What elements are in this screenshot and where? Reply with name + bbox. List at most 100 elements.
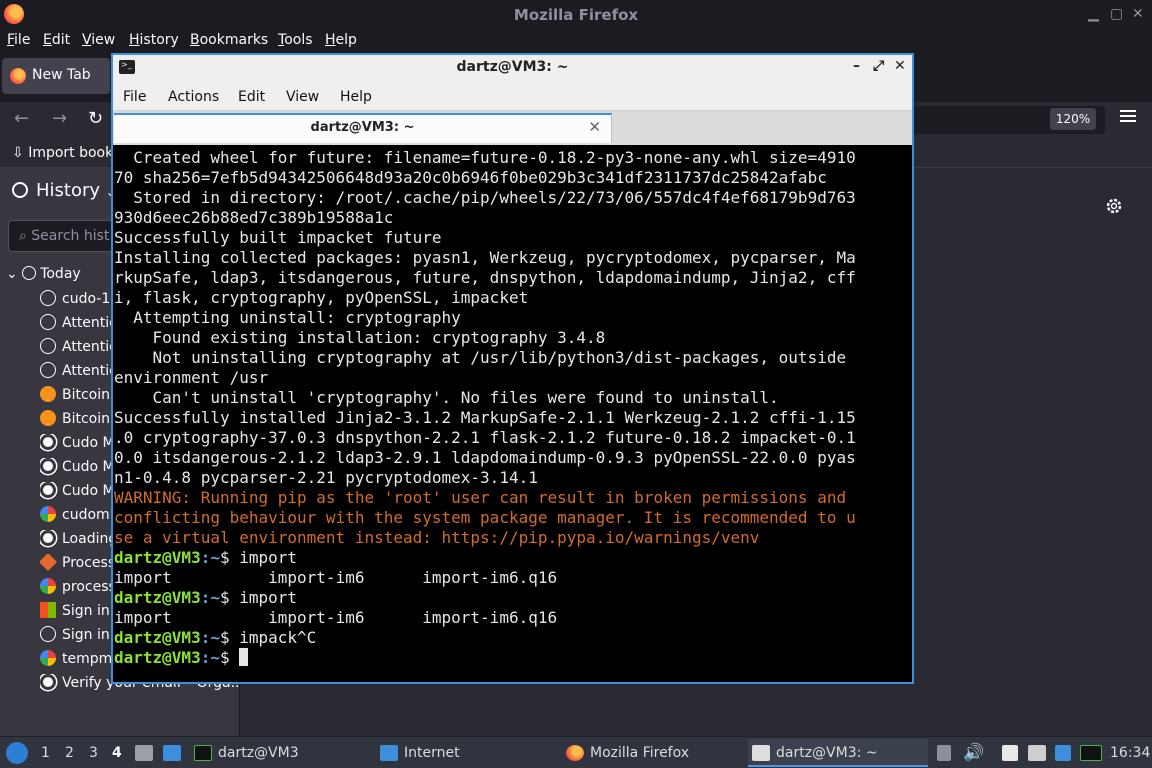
- terminal-tab[interactable]: dartz@VM3: ~ ✕: [114, 113, 612, 143]
- show-desktop-icon[interactable]: [163, 745, 181, 761]
- menu-edit[interactable]: Edit: [43, 32, 70, 48]
- clock[interactable]: 16:34: [1110, 745, 1150, 761]
- task-terminal-2[interactable]: dartz@VM3: ~: [748, 739, 928, 767]
- menu-file[interactable]: File: [7, 32, 30, 48]
- chevron-down-icon: ⌄: [6, 266, 23, 282]
- globe-icon: [40, 362, 56, 378]
- prompt-path: :~: [200, 548, 220, 567]
- workspace-1[interactable]: 1: [41, 745, 50, 761]
- cpu-graph-icon: [1080, 745, 1102, 761]
- terminal-cursor: [239, 648, 249, 666]
- task-label: Mozilla Firefox: [590, 745, 690, 761]
- menu-actions[interactable]: Actions: [168, 89, 219, 105]
- sidebar-header[interactable]: History ⌄: [12, 180, 116, 201]
- menu-tools[interactable]: Tools: [278, 32, 313, 48]
- history-item-label: Bitcoin: [62, 411, 111, 427]
- terminal-line: 930d6eec26b88ed7c389b19588a1c: [114, 208, 394, 227]
- terminal-completions-line: import import-im6 import-im6.q16: [114, 608, 558, 627]
- maximize-icon[interactable]: ⤢: [873, 58, 884, 74]
- prompt-sign: $: [219, 628, 240, 647]
- tab-new-tab[interactable]: New Tab: [2, 58, 110, 94]
- close-tab-icon[interactable]: ✕: [588, 118, 601, 136]
- process-icon: [40, 554, 58, 572]
- google-icon: [40, 578, 56, 594]
- menu-bookmarks[interactable]: Bookmarks: [190, 32, 268, 48]
- menu-history[interactable]: History: [129, 32, 179, 48]
- terminal-titlebar[interactable]: >_ dartz@VM3: ~ – ⤢ ✕: [113, 55, 912, 81]
- group-label: Today: [40, 266, 81, 282]
- globe-icon: [40, 626, 56, 642]
- google-icon: [40, 506, 56, 522]
- globe-icon: [40, 314, 56, 330]
- history-item-label: cudomi: [62, 507, 114, 523]
- task-internet[interactable]: Internet: [376, 739, 556, 767]
- prompt-user: dartz@VM3: [114, 628, 201, 647]
- terminal-line: 70 sha256=7efb5d94342506648d93a20c0b6946…: [114, 168, 827, 187]
- history-item-label: Attentic: [62, 339, 117, 355]
- reload-icon[interactable]: ↻: [88, 108, 103, 129]
- file-manager-icon[interactable]: [135, 745, 153, 761]
- menu-edit[interactable]: Edit: [238, 89, 265, 105]
- workspace-4[interactable]: 4: [112, 745, 122, 761]
- terminal-line: Successfully built impacket future: [114, 228, 442, 247]
- terminal-line: Installing collected packages: pyasn1, W…: [114, 248, 856, 267]
- task-firefox[interactable]: Mozilla Firefox: [562, 739, 742, 767]
- clock-icon: [12, 182, 28, 198]
- history-item-label: Attentic: [62, 363, 117, 379]
- back-icon[interactable]: ←: [14, 108, 29, 129]
- cudo-icon: [40, 434, 56, 450]
- menu-help[interactable]: Help: [325, 32, 357, 48]
- notes-icon[interactable]: [1002, 745, 1018, 761]
- workspace-3[interactable]: 3: [89, 745, 98, 761]
- close-icon[interactable]: ✕: [1132, 6, 1144, 22]
- menu-file[interactable]: File: [123, 89, 146, 105]
- forward-icon[interactable]: →: [52, 108, 67, 129]
- history-item-label: Bitcoin: [62, 387, 111, 403]
- history-item-label: Sign in: [62, 603, 110, 619]
- display-icon[interactable]: [1055, 745, 1071, 761]
- start-menu-icon[interactable]: [6, 742, 28, 764]
- history-group-today[interactable]: ⌄ Today: [6, 266, 81, 282]
- gear-icon[interactable]: [1104, 196, 1124, 216]
- maximize-icon[interactable]: ▢: [1110, 6, 1123, 22]
- history-item-label: Cudo M: [62, 483, 115, 499]
- prompt-user: dartz@VM3: [114, 548, 201, 567]
- close-icon[interactable]: ✕: [894, 58, 906, 74]
- terminal-completions-line: import import-im6 import-im6.q16: [114, 568, 558, 587]
- terminal-window-title: dartz@VM3: ~: [456, 59, 569, 75]
- cudo-icon: [40, 458, 56, 474]
- firefox-logo-icon: [566, 745, 584, 761]
- minimize-icon[interactable]: ▁: [1088, 6, 1099, 22]
- menu-view[interactable]: View: [82, 32, 115, 48]
- terminal-line: Not uninstalling cryptography at /usr/li…: [114, 348, 847, 367]
- minimize-icon[interactable]: –: [853, 58, 860, 74]
- menu-help[interactable]: Help: [340, 89, 372, 105]
- prompt-command: impack^C: [239, 628, 317, 647]
- prompt-path: :~: [200, 588, 220, 607]
- workspace-2[interactable]: 2: [65, 745, 74, 761]
- terminal-prompt-line: dartz@VM3:~$ import: [114, 588, 297, 608]
- folder-icon: [380, 745, 398, 761]
- taskbar: 1 2 3 4 dartz@VM3 Internet Mozilla Firef…: [0, 736, 1152, 768]
- zoom-level-badge[interactable]: 120%: [1050, 108, 1096, 130]
- clipboard-icon[interactable]: [937, 745, 951, 761]
- terminal-warning-line: se a virtual environment instead: https:…: [114, 528, 760, 547]
- search-placeholder: Search hist: [31, 228, 110, 244]
- network-icon[interactable]: [1028, 745, 1046, 761]
- terminal-window[interactable]: >_ dartz@VM3: ~ – ⤢ ✕ File Actions Edit …: [111, 53, 914, 684]
- terminal-prompt-line: dartz@VM3:~$: [114, 648, 249, 668]
- volume-icon[interactable]: 🔊: [963, 743, 984, 763]
- app-menu-icon[interactable]: [1120, 108, 1136, 124]
- terminal-prompt-line: dartz@VM3:~$ import: [114, 548, 297, 568]
- search-icon: ⌕: [19, 228, 32, 244]
- history-item-label: Process: [62, 555, 116, 571]
- terminal-line: Found existing installation: cryptograph…: [114, 328, 606, 347]
- terminal-task-icon: [752, 745, 770, 761]
- terminal-output[interactable]: Created wheel for future: filename=futur…: [114, 148, 911, 682]
- google-icon: [40, 650, 56, 666]
- menu-view[interactable]: View: [286, 89, 319, 105]
- prompt-command: import: [239, 588, 298, 607]
- task-terminal-1[interactable]: dartz@VM3: [190, 739, 370, 767]
- firefox-titlebar: Mozilla Firefox ▁ ▢ ✕: [0, 0, 1152, 30]
- import-bookmarks-button[interactable]: ⇩ Import book: [12, 145, 113, 161]
